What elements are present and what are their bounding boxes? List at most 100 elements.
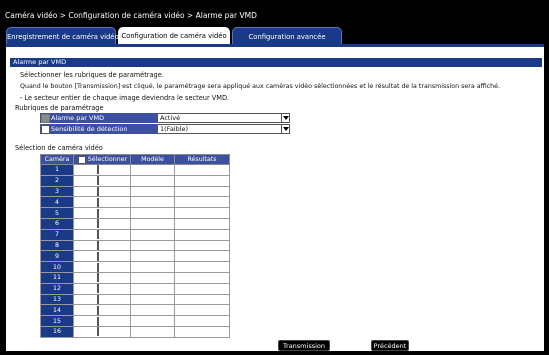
setting-row-sensitivity: Sensibilité de détection 1(Faible) [40,124,290,134]
column-header-results: Résultats [174,154,230,165]
camera-selection-heading: Sélection de caméra vidéo [15,144,103,152]
camera-select-checkbox[interactable] [97,316,99,326]
table-row: 16 [40,325,230,338]
setting-row-vmd-alarm: Alarme par VMD Activé [40,113,290,123]
table-row: 14 [40,304,230,317]
camera-result-cell [174,271,230,284]
camera-model-cell [130,282,175,295]
camera-result-cell [174,185,230,198]
instruction-select: Sélectionner les rubriques de paramétrag… [20,71,164,79]
camera-model-cell [130,261,175,273]
camera-number: 12 [40,282,74,295]
camera-number: 16 [40,325,74,338]
transmission-button[interactable]: Transmission [278,340,330,351]
camera-model-cell [130,325,175,338]
sensitivity-select[interactable]: 1(Faible) [157,124,290,134]
tab-camera-configuration[interactable]: Configuration de caméra vidéo [118,27,230,45]
camera-result-cell [174,261,230,273]
camera-model-cell [130,185,175,198]
camera-result-cell [174,304,230,317]
table-row: 9 [40,250,230,263]
vmd-alarm-label: Alarme par VMD [51,114,105,122]
table-row: 11 [40,271,230,284]
camera-model-cell [130,293,175,306]
camera-number: 9 [40,250,74,263]
camera-number: 15 [40,315,74,327]
settings-heading: Rubriques de paramétrage [15,104,104,112]
chevron-down-icon[interactable] [281,125,289,133]
camera-number: 10 [40,261,74,273]
camera-result-cell [174,250,230,263]
table-row: 13 [40,293,230,306]
table-row: 3 [40,185,230,198]
camera-model-cell [130,196,175,209]
camera-result-cell [174,282,230,295]
column-header-model: Modèle [130,154,175,165]
camera-number: 6 [40,217,74,230]
table-row: 2 [40,174,230,187]
camera-result-cell [174,207,230,219]
camera-model-cell [130,164,175,176]
camera-select-checkbox[interactable] [97,262,99,272]
camera-select-checkbox[interactable] [97,284,99,294]
camera-select-checkbox[interactable] [97,186,99,196]
tab-camera-recording[interactable]: Enregistrement de caméra vidéo [6,27,119,45]
sensitivity-checkbox[interactable] [41,124,50,134]
tab-bar: Enregistrement de caméra vidéo Configura… [6,27,544,45]
vmd-alarm-select[interactable]: Activé [157,113,290,123]
camera-model-cell [130,315,175,327]
camera-number: 8 [40,239,74,252]
select-all-checkbox[interactable] [77,155,86,164]
table-row: 15 [40,315,230,327]
vmd-alarm-checkbox[interactable] [41,113,50,123]
camera-number: 14 [40,304,74,317]
camera-selection-table: Caméra Sélectionner Modèle Résultats 123… [40,154,230,338]
camera-number: 11 [40,271,74,284]
column-header-select: Sélectionner [73,154,131,165]
camera-result-cell [174,239,230,252]
section-title: Alarme par VMD [10,58,542,67]
chevron-down-icon[interactable] [281,114,289,122]
table-row: 12 [40,282,230,295]
camera-select-checkbox[interactable] [97,240,99,250]
camera-number: 2 [40,174,74,187]
tab-advanced-configuration[interactable]: Configuration avancée [232,27,342,45]
table-row: 6 [40,217,230,230]
camera-model-cell [130,217,175,230]
camera-model-cell [130,207,175,219]
table-row: 7 [40,228,230,241]
camera-model-cell [130,174,175,187]
camera-result-cell [174,293,230,306]
camera-result-cell [174,325,230,338]
camera-select-checkbox[interactable] [97,251,99,261]
camera-select-checkbox[interactable] [97,219,99,229]
column-header-camera: Caméra [40,154,74,165]
camera-select-checkbox[interactable] [97,305,99,315]
camera-model-cell [130,250,175,263]
camera-select-checkbox[interactable] [97,208,99,218]
camera-result-cell [174,196,230,209]
camera-model-cell [130,228,175,241]
camera-number: 5 [40,207,74,219]
camera-number: 3 [40,185,74,198]
camera-select-checkbox[interactable] [97,273,99,283]
camera-select-checkbox[interactable] [97,327,99,337]
camera-result-cell [174,217,230,230]
breadcrumb: Caméra vidéo > Configuration de caméra v… [5,11,257,20]
table-row: 10 [40,261,230,273]
camera-number: 7 [40,228,74,241]
previous-button[interactable]: Précédent [371,340,409,351]
camera-result-cell [174,164,230,176]
camera-model-cell [130,304,175,317]
camera-number: 1 [40,164,74,176]
table-row: 4 [40,196,230,209]
camera-select-checkbox[interactable] [97,176,99,186]
camera-number: 13 [40,293,74,306]
camera-result-cell [174,174,230,187]
camera-select-checkbox[interactable] [97,230,99,240]
camera-select-checkbox[interactable] [97,294,99,304]
camera-model-cell [130,271,175,284]
instruction-transmit: Quand le bouton [Transmission] est cliqu… [20,83,501,90]
camera-select-checkbox[interactable] [97,197,99,207]
camera-select-checkbox[interactable] [97,165,99,175]
